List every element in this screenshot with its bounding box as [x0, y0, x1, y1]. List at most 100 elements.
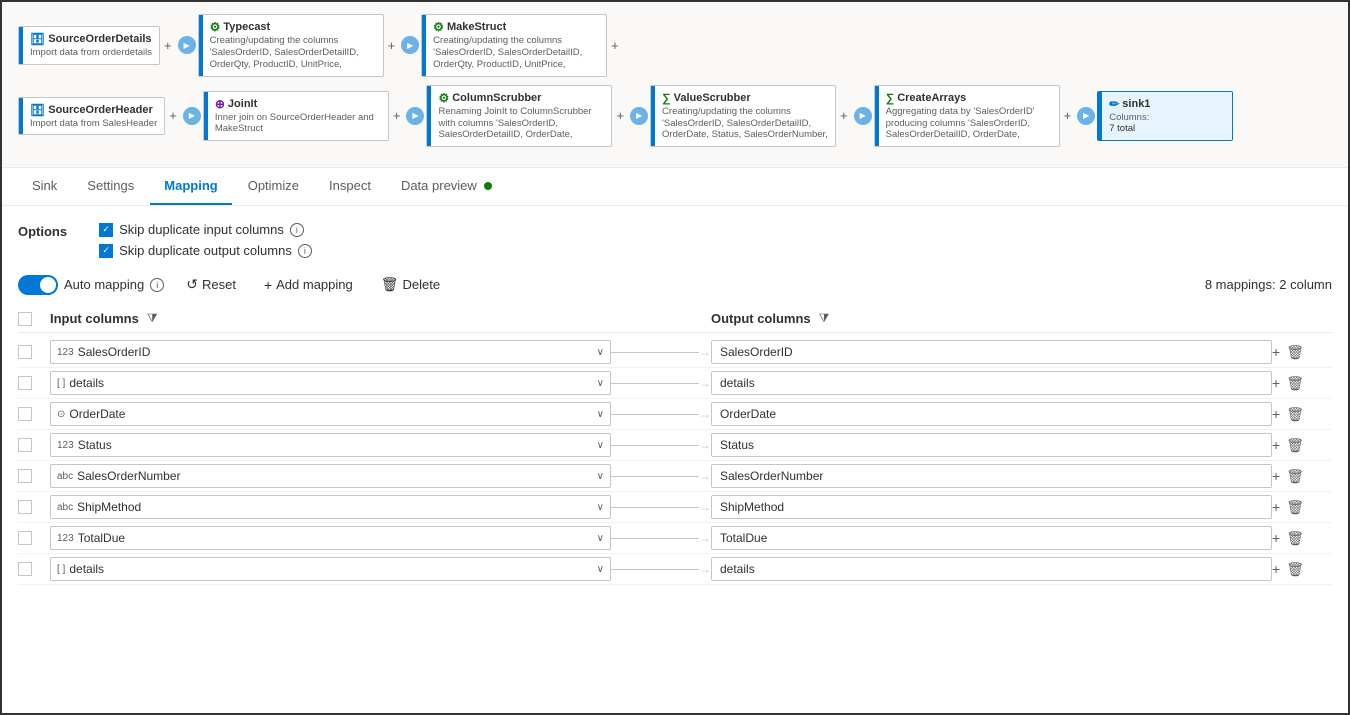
add-output-btn-2[interactable]: +: [1272, 406, 1280, 422]
plus-r2-2[interactable]: +: [389, 108, 405, 123]
tab-mapping[interactable]: Mapping: [150, 168, 231, 205]
add-output-btn-3[interactable]: +: [1272, 437, 1280, 453]
plus-r2-5[interactable]: +: [1060, 108, 1076, 123]
input-dropdown-6[interactable]: 123 TotalDue ∨: [50, 526, 611, 550]
skip-dup-input-checkbox[interactable]: ✓: [99, 223, 113, 237]
reset-button[interactable]: ↺ Reset: [180, 272, 242, 297]
node-make-struct[interactable]: ⚙ MakeStruct Creating/updating the colum…: [421, 14, 607, 77]
table-row: [ ] details ∨ → + 🗑: [18, 554, 1332, 585]
type-icon-1: [ ]: [57, 378, 65, 389]
info-icon-1[interactable]: i: [290, 223, 304, 237]
dropdown-arrow-2[interactable]: ∨: [597, 409, 604, 420]
input-field-col-4: abc SalesOrderNumber ∨: [50, 464, 611, 488]
output-field-col-4: [711, 464, 1272, 488]
delete-row-btn-4[interactable]: 🗑: [1286, 468, 1304, 485]
output-field-5[interactable]: [711, 495, 1272, 519]
output-field-7[interactable]: [711, 557, 1272, 581]
node-title: sink1: [1122, 98, 1150, 110]
auto-mapping-info[interactable]: i: [150, 278, 164, 292]
add-mapping-button[interactable]: + Add mapping: [258, 273, 359, 297]
delete-row-btn-7[interactable]: 🗑: [1286, 561, 1304, 578]
delete-button[interactable]: 🗑 Delete: [375, 272, 446, 297]
add-output-btn-1[interactable]: +: [1272, 375, 1280, 391]
arrow-visual-5: →: [611, 500, 711, 514]
dropdown-arrow-1[interactable]: ∨: [597, 378, 604, 389]
plus-r2-3[interactable]: +: [612, 108, 628, 123]
delete-row-btn-2[interactable]: 🗑: [1286, 406, 1304, 423]
auto-mapping-toggle-group: Auto mapping i: [18, 275, 164, 295]
tab-inspect[interactable]: Inspect: [315, 168, 385, 205]
plus-after-node2[interactable]: +: [384, 38, 400, 53]
input-dropdown-7[interactable]: [ ] details ∨: [50, 557, 611, 581]
arrow-col-7: →: [611, 562, 711, 576]
output-filter-icon[interactable]: ⧩: [819, 311, 830, 326]
plus-r2-1[interactable]: +: [165, 108, 181, 123]
tab-settings[interactable]: Settings: [73, 168, 148, 205]
dropdown-arrow-4[interactable]: ∨: [597, 471, 604, 482]
table-row: 123 Status ∨ → + 🗑: [18, 430, 1332, 461]
add-output-btn-5[interactable]: +: [1272, 499, 1280, 515]
node-join-it[interactable]: ⊕ JoinIt Inner join on SourceOrderHeader…: [203, 91, 389, 142]
add-output-btn-6[interactable]: +: [1272, 530, 1280, 546]
select-all-checkbox[interactable]: [18, 312, 32, 326]
output-field-col-2: [711, 402, 1272, 426]
output-field-0[interactable]: [711, 340, 1272, 364]
delete-row-btn-6[interactable]: 🗑: [1286, 530, 1304, 547]
output-field-1[interactable]: [711, 371, 1272, 395]
add-output-btn-7[interactable]: +: [1272, 561, 1280, 577]
add-output-btn-4[interactable]: +: [1272, 468, 1280, 484]
delete-row-btn-1[interactable]: 🗑: [1286, 375, 1304, 392]
delete-row-btn-0[interactable]: 🗑: [1286, 344, 1304, 361]
input-dropdown-2[interactable]: ⊙ OrderDate ∨: [50, 402, 611, 426]
input-filter-icon[interactable]: ⧩: [147, 311, 158, 326]
dropdown-arrow-6[interactable]: ∨: [597, 533, 604, 544]
row-checkbox-0[interactable]: [18, 345, 32, 359]
delete-row-btn-5[interactable]: 🗑: [1286, 499, 1304, 516]
row-checkbox-6[interactable]: [18, 531, 32, 545]
row-checkbox-7[interactable]: [18, 562, 32, 576]
dropdown-arrow-3[interactable]: ∨: [597, 440, 604, 451]
dropdown-arrow-0[interactable]: ∨: [597, 347, 604, 358]
node-source-order-header[interactable]: 🗄 SourceOrderHeader Import data from Sal…: [18, 97, 165, 136]
info-icon-2[interactable]: i: [298, 244, 312, 258]
node-value-scrubber[interactable]: ∑ ValueScrubber Creating/updating the co…: [650, 85, 836, 148]
pipeline-canvas: 🗄 SourceOrderDetails Import data from or…: [2, 2, 1348, 168]
input-dropdown-5[interactable]: abc ShipMethod ∨: [50, 495, 611, 519]
input-dropdown-3[interactable]: 123 Status ∨: [50, 433, 611, 457]
connector-r2-1: ▶: [181, 107, 203, 125]
field-name-0: SalesOrderID: [78, 345, 597, 359]
dropdown-arrow-5[interactable]: ∨: [597, 502, 604, 513]
row-checkbox-1[interactable]: [18, 376, 32, 390]
node-typecast[interactable]: ⚙ Typecast Creating/updating the columns…: [198, 14, 384, 77]
tab-data-preview[interactable]: Data preview: [387, 168, 507, 205]
auto-mapping-toggle[interactable]: [18, 275, 58, 295]
input-dropdown-1[interactable]: [ ] details ∨: [50, 371, 611, 395]
row-checkbox-3[interactable]: [18, 438, 32, 452]
actions-col-1: + 🗑: [1272, 375, 1332, 392]
plus-after-node3[interactable]: +: [607, 38, 623, 53]
input-dropdown-0[interactable]: 123 SalesOrderID ∨: [50, 340, 611, 364]
node-column-scrubber[interactable]: ⚙ ColumnScrubber Renaming JoinIt to Colu…: [426, 85, 612, 148]
tab-sink[interactable]: Sink: [18, 168, 71, 205]
checkbox-row-2: ✓ Skip duplicate output columns i: [99, 243, 312, 258]
skip-dup-output-checkbox[interactable]: ✓: [99, 244, 113, 258]
row-checkbox-5[interactable]: [18, 500, 32, 514]
row-checkbox-col: [18, 469, 50, 483]
plus-after-node1[interactable]: +: [160, 38, 176, 53]
node-source-order-details[interactable]: 🗄 SourceOrderDetails Import data from or…: [18, 26, 160, 65]
node-sink1[interactable]: ✏ sink1 Columns: 7 total: [1097, 91, 1233, 142]
input-dropdown-4[interactable]: abc SalesOrderNumber ∨: [50, 464, 611, 488]
dropdown-arrow-7[interactable]: ∨: [597, 564, 604, 575]
delete-row-btn-3[interactable]: 🗑: [1286, 437, 1304, 454]
connector-icon-r2-2: ▶: [406, 107, 424, 125]
row-checkbox-4[interactable]: [18, 469, 32, 483]
add-output-btn-0[interactable]: +: [1272, 344, 1280, 360]
output-field-6[interactable]: [711, 526, 1272, 550]
plus-r2-4[interactable]: +: [836, 108, 852, 123]
output-field-4[interactable]: [711, 464, 1272, 488]
output-field-3[interactable]: [711, 433, 1272, 457]
tab-optimize[interactable]: Optimize: [234, 168, 313, 205]
output-field-2[interactable]: [711, 402, 1272, 426]
row-checkbox-2[interactable]: [18, 407, 32, 421]
node-create-arrays[interactable]: ∑ CreateArrays Aggregating data by 'Sale…: [874, 85, 1060, 148]
